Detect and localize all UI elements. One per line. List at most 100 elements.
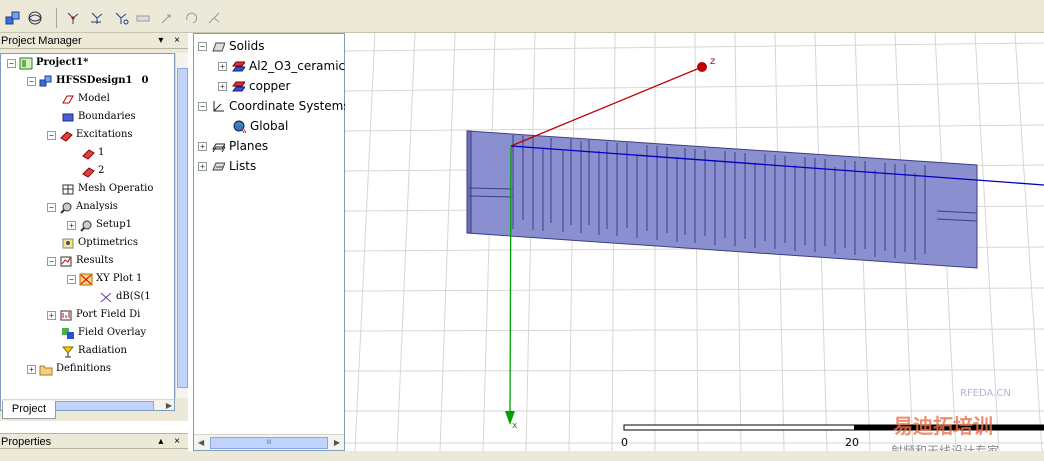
toolbar — [0, 0, 1044, 33]
tree-item-optimetrics[interactable]: Optimetrics — [61, 234, 138, 252]
expand-icon[interactable]: + — [198, 141, 207, 151]
port-field-icon — [59, 309, 73, 322]
panel-controls[interactable]: ▴ × — [158, 434, 184, 450]
collapse-icon[interactable]: − — [47, 202, 56, 212]
collapse-icon[interactable]: − — [47, 256, 56, 266]
tree-item-al2o3[interactable]: + Al2_O3_ceramic — [218, 56, 345, 76]
tree-item-db-trace[interactable]: dB(S(1 — [99, 288, 151, 306]
rotate-icon[interactable] — [182, 9, 200, 27]
excitations-icon — [59, 129, 73, 142]
tree-item-coordinate-systems[interactable]: − Coordinate Systems — [198, 96, 350, 116]
tree-item-port-field[interactable]: + Port Field Di — [47, 306, 140, 324]
tree-item-copper[interactable]: + copper — [218, 76, 291, 96]
boundaries-icon — [61, 111, 75, 124]
planes-icon — [211, 140, 225, 153]
tree-item-solids[interactable]: − Solids — [198, 36, 265, 56]
scroll-left-icon[interactable]: ◀ — [198, 435, 204, 450]
hfss-design-icon — [39, 75, 53, 88]
scroll-thumb[interactable] — [177, 68, 188, 388]
axis-z-label: z — [710, 56, 715, 67]
collapse-icon[interactable]: − — [67, 274, 76, 284]
collapse-icon[interactable]: − — [47, 130, 56, 140]
properties-title: Properties ▴ × — [0, 433, 188, 449]
ruler-icon[interactable] — [134, 9, 152, 27]
expand-icon[interactable]: + — [27, 364, 36, 374]
coordinate-system-icon — [211, 100, 225, 113]
scroll-right-icon[interactable]: ▶ — [334, 435, 340, 450]
collapse-icon[interactable]: − — [198, 41, 207, 51]
coords-icon[interactable] — [205, 9, 223, 27]
optimetrics-icon — [61, 237, 75, 250]
tree-item-design[interactable]: − HFSSDesign1 0 — [27, 72, 148, 90]
boxes-icon[interactable] — [4, 9, 22, 27]
arrow-move-icon[interactable] — [158, 9, 176, 27]
lists-icon — [211, 160, 225, 173]
analysis-icon — [59, 201, 73, 214]
expand-icon[interactable]: + — [218, 61, 227, 71]
solids-icon — [211, 40, 225, 53]
collapse-icon[interactable]: − — [27, 76, 36, 86]
tree-item-model[interactable]: Model — [61, 90, 110, 108]
expand-icon[interactable]: + — [218, 81, 227, 91]
tree-item-planes[interactable]: + Planes — [198, 136, 268, 156]
scroll-thumb[interactable]: III — [210, 437, 328, 449]
axis-x-label: x — [512, 421, 518, 431]
scale-label-mid: 20 — [845, 436, 859, 449]
project-manager-panel: Project Manager ▾ × − Project1* − HFSSDe… — [0, 33, 188, 421]
globe-icon: w — [232, 120, 246, 133]
tree-item-global[interactable]: w Global — [232, 116, 288, 136]
port-icon — [81, 165, 95, 178]
expand-icon[interactable]: + — [67, 220, 76, 230]
tree-item-excitation-2[interactable]: 2 — [81, 162, 104, 180]
trace-icon — [99, 291, 113, 304]
model-icon — [61, 93, 75, 106]
3d-scene: z x 0 20 RFEDA.CN 易迪拓培训 射频和天线设计专家 — [345, 33, 1044, 451]
watermark-brand: 易迪拓培训 — [893, 414, 993, 438]
expand-icon[interactable]: + — [47, 310, 56, 320]
tree-item-excitations[interactable]: − Excitations — [47, 126, 133, 144]
tree-item-setup[interactable]: + Setup1 — [67, 216, 132, 234]
status-strip — [0, 451, 1044, 461]
measure-position-icon[interactable] — [64, 9, 82, 27]
tree-item-analysis[interactable]: − Analysis — [47, 198, 118, 216]
model-tree[interactable]: − Solids + Al2_O3_ceramic + copper − Coo… — [193, 33, 350, 451]
expand-icon[interactable]: + — [198, 161, 207, 171]
tree-item-definitions[interactable]: + Definitions — [27, 360, 111, 378]
tab-project[interactable]: Project — [2, 401, 56, 419]
material-copper-icon — [231, 80, 245, 93]
sphere-icon[interactable] — [26, 9, 44, 27]
radiation-icon — [61, 345, 75, 358]
z-axis-handle[interactable] — [697, 62, 707, 72]
tree-item-field-overlays[interactable]: Field Overlay — [61, 324, 146, 342]
watermark-site: RFEDA.CN — [960, 388, 1011, 399]
scroll-right-icon[interactable]: ▶ — [166, 400, 172, 410]
svg-text:w: w — [242, 128, 246, 133]
collapse-icon[interactable]: − — [7, 58, 16, 68]
folder-icon — [39, 363, 53, 376]
tree-item-lists[interactable]: + Lists — [198, 156, 256, 176]
tree-item-radiation[interactable]: Radiation — [61, 342, 127, 360]
watermark: RFEDA.CN 易迪拓培训 射频和天线设计专家 — [891, 388, 1011, 451]
measure-length-icon[interactable] — [112, 9, 130, 27]
material-ceramic-icon — [231, 60, 245, 73]
3d-viewport[interactable]: z x 0 20 RFEDA.CN 易迪拓培训 射频和天线设计专家 — [345, 33, 1044, 451]
model-tree-hscrollbar[interactable]: ◀ III ▶ — [194, 434, 344, 450]
scale-label-start: 0 — [621, 436, 628, 449]
watermark-tagline: 射频和天线设计专家 — [891, 443, 999, 451]
tree-item-project[interactable]: − Project1* — [7, 54, 88, 72]
project-tree[interactable]: − Project1* − HFSSDesign1 0 Model Bounda… — [0, 53, 175, 411]
tree-item-boundaries[interactable]: Boundaries — [61, 108, 136, 126]
results-icon — [59, 255, 73, 268]
tree-item-xy-plot[interactable]: − XY Plot 1 — [67, 270, 142, 288]
field-overlay-icon — [61, 327, 75, 340]
panel-controls[interactable]: ▾ × — [158, 33, 184, 49]
tree-item-results[interactable]: − Results — [47, 252, 113, 270]
project-tree-vscrollbar[interactable] — [175, 53, 188, 398]
tree-item-excitation-1[interactable]: 1 — [81, 144, 104, 162]
project-icon — [19, 57, 33, 70]
xy-plot-icon — [79, 273, 93, 286]
measure-distance-icon[interactable] — [88, 9, 106, 27]
collapse-icon[interactable]: − — [198, 101, 207, 111]
tree-item-mesh-operations[interactable]: Mesh Operatio — [61, 180, 153, 198]
mesh-icon — [61, 183, 75, 196]
